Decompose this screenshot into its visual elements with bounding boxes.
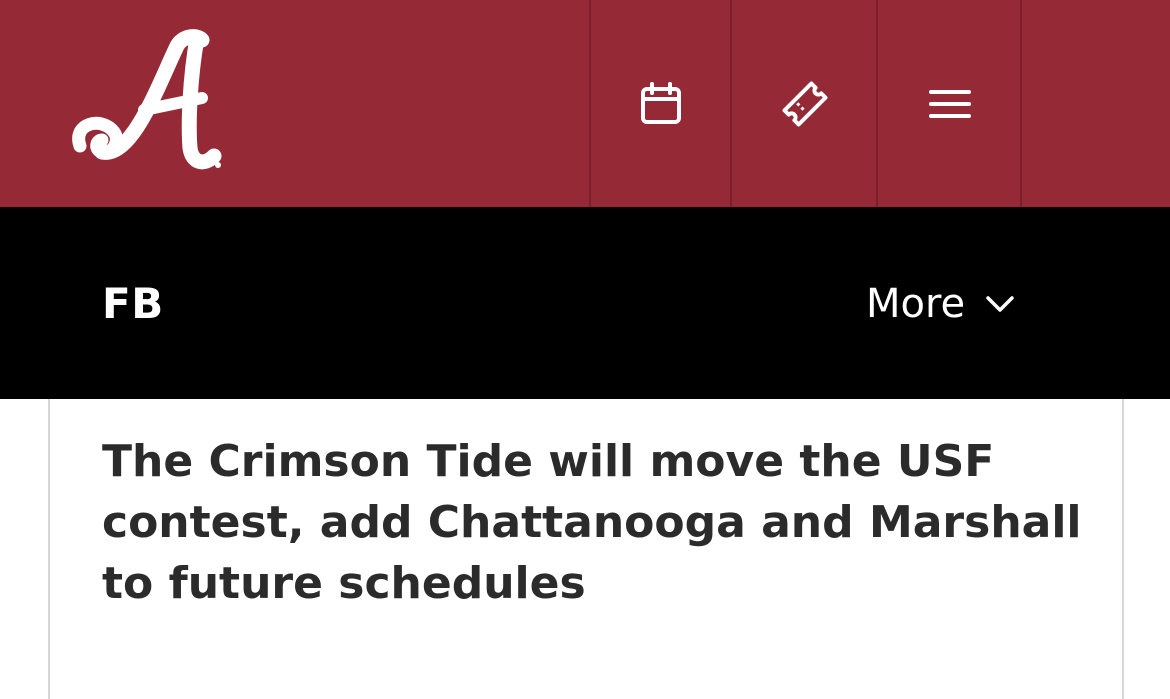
more-label: More: [866, 281, 966, 327]
chevron-down-icon: [986, 296, 1014, 312]
hamburger-menu-icon: [929, 89, 971, 118]
header-empty-cell: [1020, 0, 1170, 207]
more-dropdown[interactable]: More: [866, 281, 1015, 327]
article-card: The Crimson Tide will move the USF conte…: [48, 399, 1124, 699]
sport-subnav: FB More: [0, 207, 1170, 399]
calendar-button[interactable]: [589, 0, 731, 207]
alabama-logo[interactable]: [62, 28, 232, 178]
tickets-button[interactable]: [730, 0, 878, 207]
top-header: [0, 0, 1170, 207]
main-menu-button[interactable]: [876, 0, 1022, 207]
article-headline[interactable]: The Crimson Tide will move the USF conte…: [102, 431, 1092, 614]
sport-title[interactable]: FB: [102, 279, 164, 328]
calendar-icon: [641, 81, 681, 124]
ticket-icon: [782, 80, 828, 127]
